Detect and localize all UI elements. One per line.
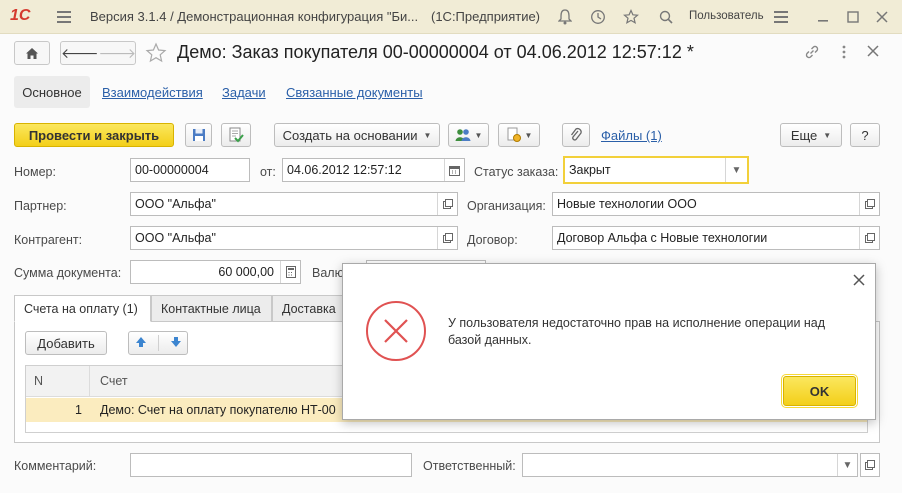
table-cell-n[interactable]: 1 xyxy=(26,398,90,422)
tab-main[interactable]: Основное xyxy=(14,76,90,108)
order-status-select[interactable]: Закрыт ▼ xyxy=(563,156,749,184)
window-title: Версия 3.1.4 / Демонстрационная конфигур… xyxy=(90,9,419,24)
tab-related-documents[interactable]: Связанные документы xyxy=(286,85,423,100)
counterparty-input[interactable]: ООО "Альфа" xyxy=(130,226,458,250)
partner-label: Партнер: xyxy=(14,199,67,213)
user-name[interactable]: Пользователь xyxy=(689,10,764,22)
attach-file-button[interactable] xyxy=(562,123,590,147)
calculator-icon[interactable] xyxy=(280,261,300,283)
forward-arrow-icon[interactable]: 🡒 xyxy=(99,45,137,62)
comment-label: Комментарий: xyxy=(14,459,97,473)
open-icon[interactable] xyxy=(437,193,457,215)
add-row-button[interactable]: Добавить xyxy=(25,331,107,355)
calendar-icon[interactable] xyxy=(444,159,464,181)
tab-delivery[interactable]: Доставка xyxy=(272,295,348,322)
arrow-up-icon[interactable] xyxy=(135,336,147,351)
menu-icon[interactable] xyxy=(53,6,75,28)
comment-input[interactable] xyxy=(130,453,412,477)
order-status-label: Статус заказа: xyxy=(474,165,559,179)
users-icon xyxy=(455,128,471,141)
partner-input[interactable]: ООО "Альфа" xyxy=(130,192,458,216)
files-link[interactable]: Файлы (1) xyxy=(601,128,662,143)
contract-input[interactable]: Договор Альфа с Новые технологии xyxy=(552,226,880,250)
chevron-down-icon: ▼ xyxy=(823,130,832,140)
error-icon xyxy=(365,300,427,362)
post-and-close-button[interactable]: Провести и закрыть xyxy=(14,123,174,147)
arrow-down-icon[interactable] xyxy=(170,336,182,351)
contract-label: Договор: xyxy=(467,233,518,247)
paperclip-icon xyxy=(570,127,582,141)
history-icon[interactable] xyxy=(587,6,609,28)
open-icon xyxy=(865,460,875,470)
tab-tasks[interactable]: Задачи xyxy=(222,85,266,100)
create-based-on-button[interactable]: Создать на основании ▼ xyxy=(274,123,440,147)
document-title: Демо: Заказ покупателя 00-00000004 от 04… xyxy=(177,42,694,62)
post-document-icon xyxy=(229,127,244,143)
more-button[interactable]: Еще ▼ xyxy=(780,123,842,147)
ok-button[interactable]: OK xyxy=(781,374,858,408)
help-button[interactable]: ? xyxy=(850,123,880,147)
responsible-input[interactable]: ▼ xyxy=(522,453,858,477)
platform-name: (1С:Предприятие) xyxy=(431,9,541,24)
chevron-down-icon: ▼ xyxy=(524,130,533,140)
close-window-icon[interactable] xyxy=(871,6,893,28)
app-logo: 1С xyxy=(10,7,31,24)
title-bar: 1С Версия 3.1.4 / Демонстрационная конфи… xyxy=(0,0,902,34)
more-vertical-icon[interactable] xyxy=(836,44,852,60)
home-icon xyxy=(26,47,38,59)
organization-label: Организация: xyxy=(467,199,546,213)
dialog-message: У пользователя недостаточно прав на испо… xyxy=(448,316,826,347)
search-icon[interactable] xyxy=(655,6,677,28)
chevron-down-icon: ▼ xyxy=(474,130,483,140)
save-button[interactable] xyxy=(185,123,212,147)
favorites-star-icon[interactable] xyxy=(620,6,642,28)
open-icon[interactable] xyxy=(859,193,879,215)
responsible-open-button[interactable] xyxy=(860,453,880,477)
currency-label: Валю xyxy=(312,266,344,280)
minimize-icon[interactable] xyxy=(812,6,834,28)
save-icon xyxy=(192,129,205,141)
number-label: Номер: xyxy=(14,165,56,179)
close-dialog-icon[interactable] xyxy=(853,274,867,288)
history-nav: 🡐 🡒 xyxy=(60,41,136,65)
post-button[interactable] xyxy=(221,123,251,147)
organization-input[interactable]: Новые технологии ООО xyxy=(552,192,880,216)
document-gear-icon xyxy=(507,127,521,142)
favorite-star-icon[interactable] xyxy=(145,42,167,64)
maximize-icon[interactable] xyxy=(842,6,864,28)
date-input[interactable]: 04.06.2012 12:57:12 xyxy=(282,158,465,182)
move-row-buttons xyxy=(128,331,188,355)
open-icon[interactable] xyxy=(437,227,457,249)
chevron-down-icon[interactable]: ▼ xyxy=(725,158,747,182)
chevron-down-icon[interactable]: ▼ xyxy=(837,454,857,476)
back-arrow-icon[interactable]: 🡐 xyxy=(61,45,99,62)
bell-icon[interactable] xyxy=(554,6,576,28)
document-sum-label: Сумма документа: xyxy=(14,266,122,280)
hamburger-menu-icon[interactable] xyxy=(770,6,792,28)
number-input[interactable]: 00-00000004 xyxy=(130,158,250,182)
open-icon[interactable] xyxy=(859,227,879,249)
print-dropdown-button[interactable]: ▼ xyxy=(498,123,540,147)
date-label: от: xyxy=(260,165,276,179)
chevron-down-icon: ▼ xyxy=(423,130,432,140)
tab-invoices[interactable]: Счета на оплату (1) xyxy=(14,295,151,322)
document-sum-input[interactable]: 60 000,00 xyxy=(130,260,301,284)
error-dialog: У пользователя недостаточно прав на испо… xyxy=(342,263,876,420)
responsible-label: Ответственный: xyxy=(423,459,516,473)
close-form-icon[interactable] xyxy=(866,44,882,60)
home-button[interactable] xyxy=(14,41,50,65)
tab-contacts[interactable]: Контактные лица xyxy=(151,295,272,322)
counterparty-label: Контрагент: xyxy=(14,233,83,247)
users-dropdown-button[interactable]: ▼ xyxy=(448,123,489,147)
link-icon[interactable] xyxy=(803,43,823,63)
column-header-n[interactable]: N xyxy=(26,366,90,397)
tab-interactions[interactable]: Взаимодействия xyxy=(102,85,203,100)
